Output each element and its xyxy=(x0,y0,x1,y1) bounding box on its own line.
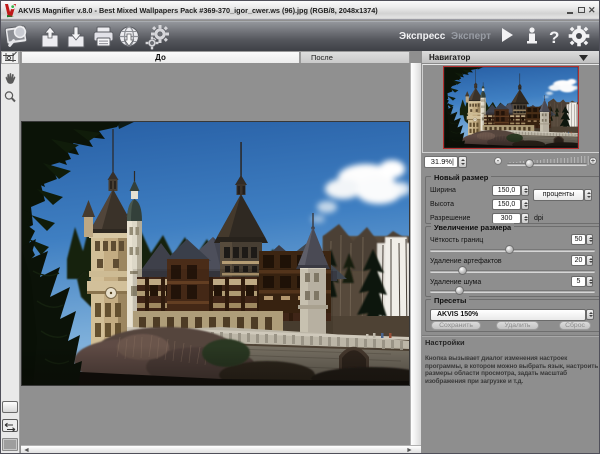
svg-text:?: ? xyxy=(549,28,559,47)
